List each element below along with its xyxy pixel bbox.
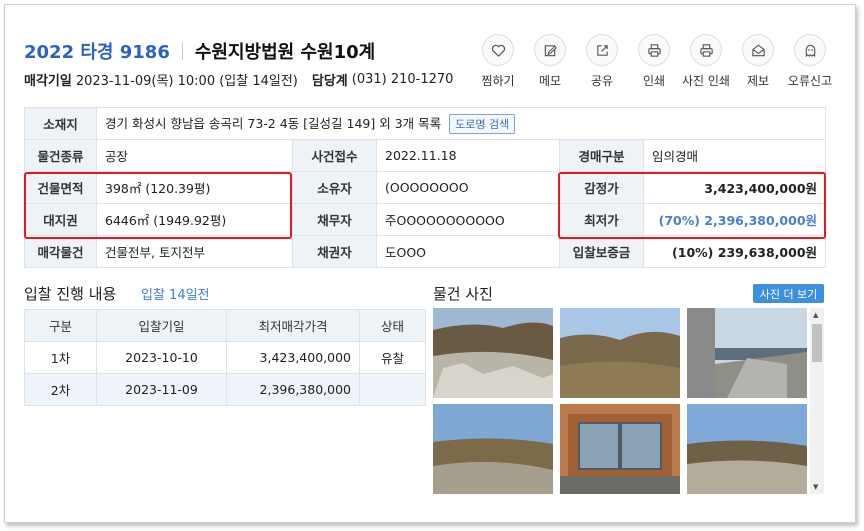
land-right-label: 대지권 bbox=[24, 203, 97, 236]
property-photo-3[interactable] bbox=[687, 308, 807, 398]
debtor-value: 주OOOOOOOOOOO bbox=[376, 203, 560, 236]
title-divider bbox=[181, 42, 183, 60]
date-cell: 2023-10-10 bbox=[96, 341, 227, 374]
report-button[interactable]: 제보 bbox=[732, 34, 784, 89]
property-photo-5[interactable] bbox=[560, 404, 680, 494]
round-cell: 2차 bbox=[24, 373, 97, 406]
sale-date-value: 2023-11-09(목) 10:00 (입찰 14일전) bbox=[75, 74, 298, 89]
favorite-button[interactable]: 찜하기 bbox=[472, 34, 524, 89]
error-report-icon bbox=[794, 34, 826, 66]
print-icon bbox=[638, 34, 670, 66]
dept-label: 담당계 bbox=[311, 74, 348, 89]
status-cell: 유찰 bbox=[359, 341, 426, 374]
appraisal-value: 3,423,400,000원 bbox=[642, 171, 827, 204]
memo-button[interactable]: 메모 bbox=[524, 34, 576, 89]
photo-print-icon bbox=[690, 34, 722, 66]
sale-info-line: 매각기일 2023-11-09(목) 10:00 (입찰 14일전) 담당계 (… bbox=[24, 70, 467, 89]
photo-print-label: 사진 인쇄 bbox=[682, 74, 730, 88]
dept-phone: (031) 210-1270 bbox=[351, 72, 454, 87]
table-row: 물건종류 공장 사건접수 2022.11.18 경매구분 임의경매 bbox=[24, 139, 827, 172]
building-area-value: 398㎡ (120.39평) bbox=[96, 171, 293, 204]
bidding-section-title: 입찰 진행 내용 bbox=[24, 285, 117, 303]
sale-date-label: 매각기일 bbox=[24, 74, 72, 89]
min-price-value: (70%) 2,396,380,000원 bbox=[642, 203, 827, 236]
case-number: 2022 타경 9186 bbox=[24, 42, 170, 63]
min-price-label: 최저가 bbox=[559, 203, 644, 236]
scroll-down-icon[interactable]: ▼ bbox=[813, 483, 818, 491]
heart-icon bbox=[482, 34, 514, 66]
auction-type-label: 경매구분 bbox=[559, 139, 644, 172]
share-button[interactable]: 공유 bbox=[576, 34, 628, 89]
col-header-min-price: 최저매각가격 bbox=[226, 309, 360, 342]
table-row: 2차 2023-11-09 2,396,380,000 bbox=[24, 373, 426, 406]
table-header-row: 구분 입찰기일 최저매각가격 상태 bbox=[24, 309, 426, 342]
sale-items-label: 매각물건 bbox=[24, 235, 97, 268]
photo-print-button[interactable]: 사진 인쇄 bbox=[680, 34, 732, 89]
location-label: 소재지 bbox=[24, 107, 97, 140]
share-icon bbox=[586, 34, 618, 66]
type-value: 공장 bbox=[96, 139, 293, 172]
favorite-label: 찜하기 bbox=[481, 74, 515, 88]
share-label: 공유 bbox=[590, 74, 614, 88]
action-toolbar: 찜하기 메모 공유 인쇄 사진 인쇄 제보 오류신고 bbox=[472, 34, 836, 89]
property-photo-6[interactable] bbox=[687, 404, 807, 494]
deposit-label: 입찰보증금 bbox=[559, 235, 644, 268]
price-cell: 2,396,380,000 bbox=[226, 373, 360, 406]
appraisal-label: 감정가 bbox=[559, 171, 644, 204]
location-value: 경기 화성시 향남읍 송곡리 73-2 4동 [길성길 149] 외 3개 목록 bbox=[105, 116, 442, 131]
road-search-button[interactable]: 도로명 검색 bbox=[449, 114, 516, 134]
court-name: 수원지방법원 수원10계 bbox=[194, 42, 376, 63]
col-header-date: 입찰기일 bbox=[96, 309, 227, 342]
deposit-value: (10%) 239,638,000원 bbox=[642, 235, 827, 268]
memo-icon bbox=[534, 34, 566, 66]
print-label: 인쇄 bbox=[642, 74, 666, 88]
type-label: 물건종류 bbox=[24, 139, 97, 172]
table-row: 매각물건 건물전부, 토지전부 채권자 도OOO 입찰보증금 (10%) 239… bbox=[24, 235, 827, 268]
status-cell bbox=[359, 373, 426, 406]
report-icon bbox=[742, 34, 774, 66]
property-photo-1[interactable] bbox=[433, 308, 553, 398]
scroll-up-icon[interactable]: ▲ bbox=[813, 311, 818, 319]
land-right-value: 6446㎡ (1949.92평) bbox=[96, 203, 293, 236]
photos-section-title: 물건 사진 bbox=[433, 285, 493, 303]
print-button[interactable]: 인쇄 bbox=[628, 34, 680, 89]
building-area-label: 건물면적 bbox=[24, 171, 97, 204]
property-photo-4[interactable] bbox=[433, 404, 553, 494]
location-cell: 경기 화성시 향남읍 송곡리 73-2 4동 [길성길 149] 외 3개 목록… bbox=[95, 107, 827, 140]
case-received-label: 사건접수 bbox=[292, 139, 377, 172]
debtor-label: 채무자 bbox=[292, 203, 377, 236]
memo-label: 메모 bbox=[538, 74, 562, 88]
photos-scrollbar[interactable]: ▲ ▼ bbox=[810, 308, 824, 494]
owner-label: 소유자 bbox=[292, 171, 377, 204]
creditor-label: 채권자 bbox=[292, 235, 377, 268]
report-label: 제보 bbox=[746, 74, 770, 88]
table-row: 1차 2023-10-10 3,423,400,000 유찰 bbox=[24, 341, 426, 374]
property-info-table: 소재지 경기 화성시 향남읍 송곡리 73-2 4동 [길성길 149] 외 3… bbox=[24, 107, 827, 268]
sale-items-value: 건물전부, 토지전부 bbox=[96, 235, 293, 268]
property-photo-2[interactable] bbox=[560, 308, 680, 398]
col-header-status: 상태 bbox=[359, 309, 426, 342]
table-row: 소재지 경기 화성시 향남읍 송곡리 73-2 4동 [길성길 149] 외 3… bbox=[24, 107, 827, 140]
scrollbar-thumb[interactable] bbox=[812, 324, 822, 362]
error-report-button[interactable]: 오류신고 bbox=[784, 34, 836, 89]
page-title: 2022 타경 9186 수원지방법원 수원10계 bbox=[24, 38, 375, 64]
bidding-table: 구분 입찰기일 최저매각가격 상태 1차 2023-10-10 3,423,40… bbox=[24, 309, 426, 406]
price-cell: 3,423,400,000 bbox=[226, 341, 360, 374]
table-row: 건물면적 398㎡ (120.39평) 소유자 (OOOOOOOO 감정가 3,… bbox=[24, 171, 827, 204]
more-photos-button[interactable]: 사진 더 보기 bbox=[753, 284, 824, 303]
date-cell: 2023-11-09 bbox=[96, 373, 227, 406]
round-cell: 1차 bbox=[24, 341, 97, 374]
owner-value: (OOOOOOOO bbox=[376, 171, 560, 204]
error-report-label: 오류신고 bbox=[787, 74, 833, 88]
table-row: 대지권 6446㎡ (1949.92평) 채무자 주OOOOOOOOOOO 최저… bbox=[24, 203, 827, 236]
creditor-value: 도OOO bbox=[376, 235, 560, 268]
col-header-round: 구분 bbox=[24, 309, 97, 342]
case-received-value: 2022.11.18 bbox=[376, 139, 560, 172]
auction-type-value: 임의경매 bbox=[642, 139, 827, 172]
bidding-days-badge: 입찰 14일전 bbox=[141, 288, 210, 303]
